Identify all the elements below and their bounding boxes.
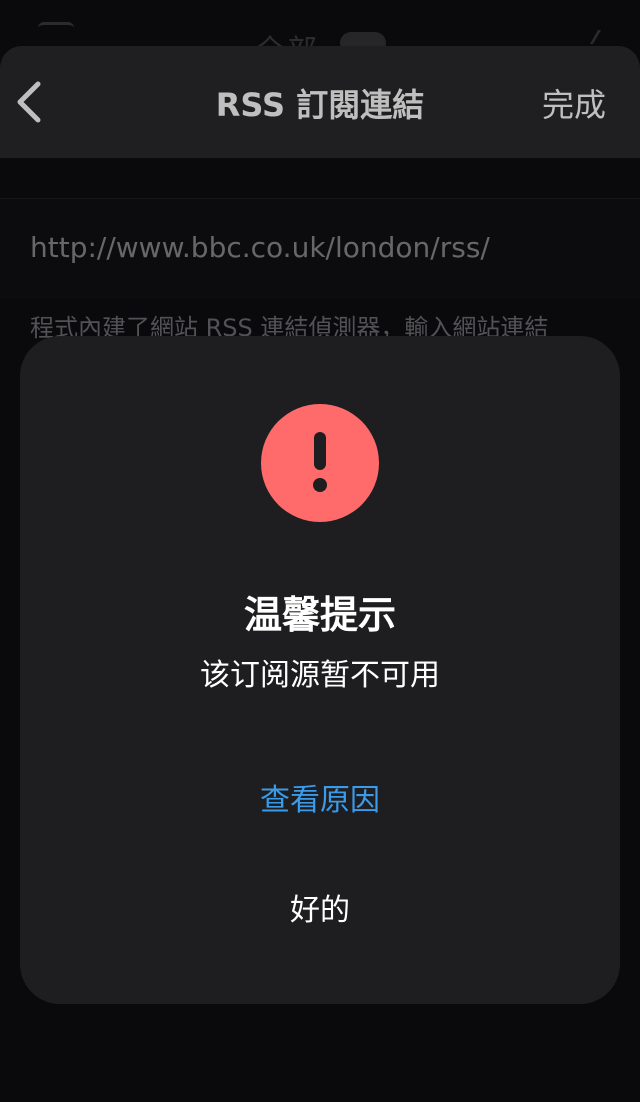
alert-dialog: 温馨提示 该订阅源暂不可用 查看原因 好的: [20, 336, 620, 1004]
screen: 全部 RSS 訂閱連結 完成 http://www.bbc.co.uk/lond…: [0, 0, 640, 1102]
ok-button[interactable]: 好的: [120, 876, 520, 946]
dialog-title: 温馨提示: [243, 593, 396, 637]
exclamation-circle-icon: [261, 404, 379, 522]
view-reason-button[interactable]: 查看原因: [120, 766, 520, 836]
dialog-message: 该订阅源暂不可用: [200, 658, 440, 693]
exclamation-dot: [313, 478, 327, 492]
exclamation-bar: [314, 432, 326, 470]
